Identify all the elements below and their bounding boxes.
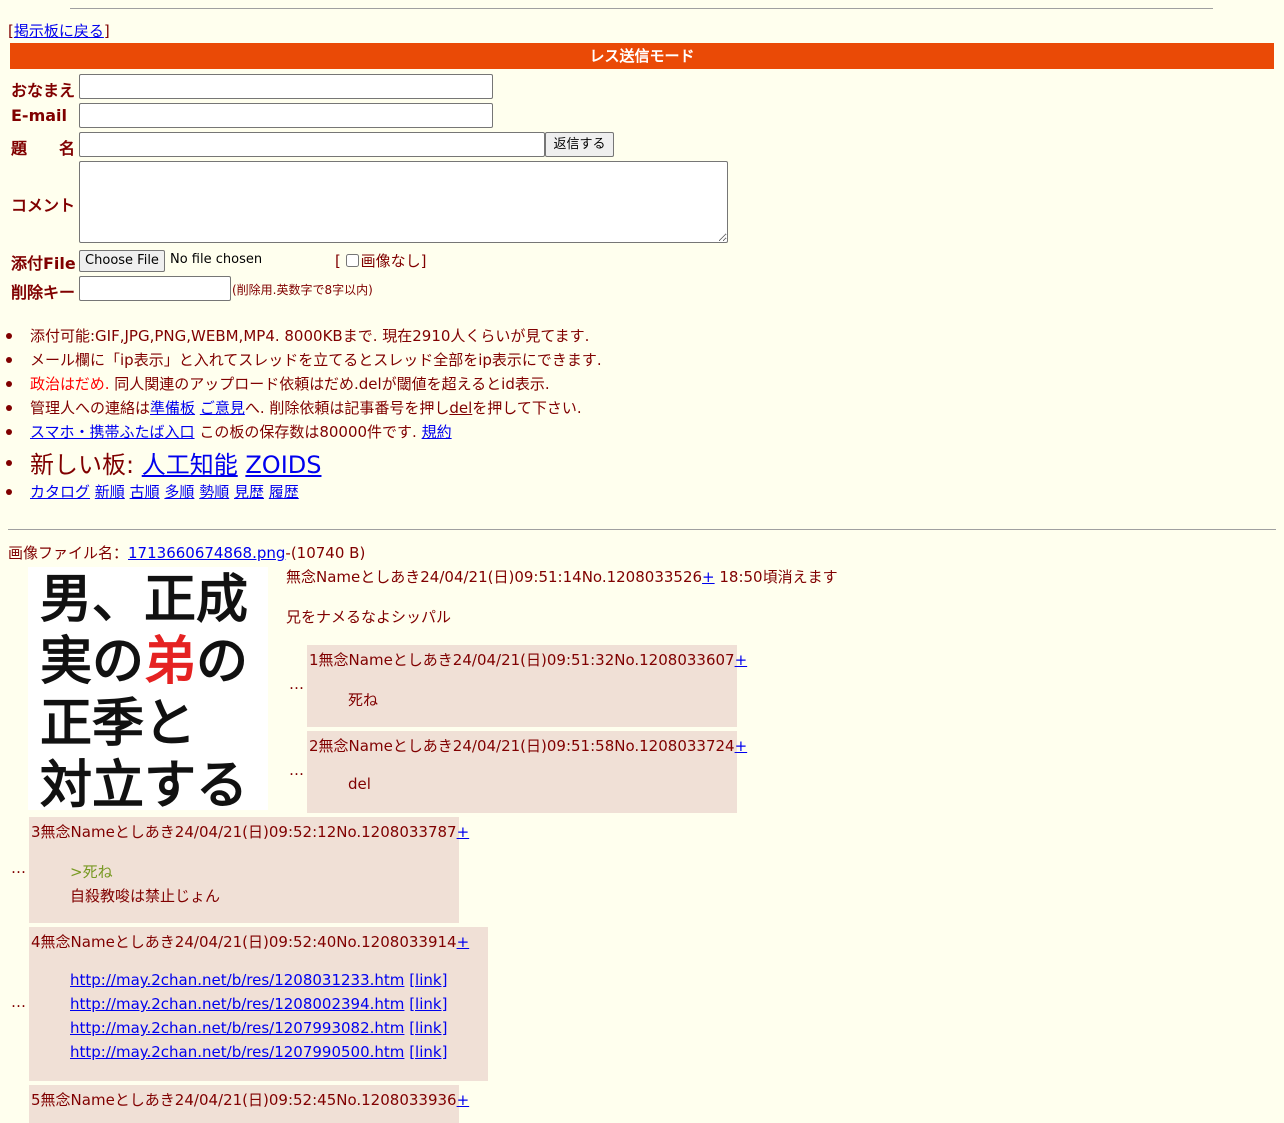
thumb-line-1: 男、正成 (40, 570, 248, 630)
comment-label: コメント (11, 196, 76, 215)
reply-body: 自殺教唆は禁止じょん (70, 887, 221, 905)
thumbnail-image: 男、正成 実の弟の 正季と 対立する (28, 567, 268, 810)
reply-header: 1無念Nameとしあき24/04/21(日)09:51:32No.1208033… (309, 651, 748, 669)
name-input[interactable] (79, 74, 493, 99)
sort-momentum-link[interactable]: 勢順 (199, 483, 229, 501)
link-tag[interactable]: [link] (409, 1043, 447, 1061)
catalog-link[interactable]: カタログ (30, 483, 90, 501)
new-board-zoids-link[interactable]: ZOIDS (245, 451, 321, 479)
thread-url-link[interactable]: http://may.2chan.net/b/res/1207993082.ht… (70, 1019, 404, 1037)
prep-board-link[interactable]: 準備板 (150, 399, 195, 417)
reply-dots: … (11, 993, 26, 1011)
reply-3: 3無念Nameとしあき24/04/21(日)09:52:12No.1208033… (29, 817, 469, 923)
list-item: メール欄に「ip表示」と入れてスレッドを立てるとスレッド全部をip表示にできます… (6, 349, 602, 370)
delete-key-hint: (削除用.英数字で8字以内) (232, 283, 373, 297)
subject-label: 題 名 (11, 139, 76, 158)
no-image-label: 画像なし (360, 252, 421, 270)
op-plus-link[interactable]: + (702, 568, 715, 586)
reply-dots: … (289, 761, 304, 779)
delete-key-input[interactable] (79, 276, 231, 301)
list-item: スマホ・携帯ふたば入口 この板の保存数は80000件です. 規約 (6, 421, 452, 442)
svg-text:実の弟の: 実の弟の (40, 632, 248, 692)
list-item: 添付可能:GIF,JPG,PNG,WEBM,MP4. 8000KBまで. 現在2… (6, 325, 589, 346)
sort-many-link[interactable]: 多順 (164, 483, 194, 501)
file-status-text: No file chosen (170, 252, 263, 267)
reply-submit-button[interactable]: 返信する (545, 132, 614, 157)
thumb-line-3: 正季と (40, 694, 196, 754)
reply-2: 2無念Nameとしあき24/04/21(日)09:51:58No.1208033… (307, 731, 747, 813)
back-to-board-link[interactable]: 掲示板に戻る (14, 22, 104, 40)
reply-4: 4無念Nameとしあき24/04/21(日)09:52:40No.1208033… (29, 927, 488, 1081)
reply-body: del (348, 775, 371, 793)
sort-new-link[interactable]: 新順 (95, 483, 125, 501)
thread-file-link[interactable]: 1713660674868.png (128, 544, 285, 562)
reply-plus-link[interactable]: + (735, 737, 748, 755)
thread-url-link[interactable]: http://may.2chan.net/b/res/1207990500.ht… (70, 1043, 404, 1061)
reply-link-line: http://may.2chan.net/b/res/1208031233.ht… (70, 971, 447, 989)
sort-old-link[interactable]: 古順 (130, 483, 160, 501)
reply-header: 3無念Nameとしあき24/04/21(日)09:52:12No.1208033… (31, 823, 470, 841)
politics-warning: 政治はだめ. (30, 375, 110, 393)
mobile-entrance-link[interactable]: スマホ・携帯ふたば入口 (30, 423, 195, 441)
reply-quote: >死ね (70, 863, 113, 881)
top-divider (70, 8, 1213, 9)
reply-body: 死ね (348, 691, 379, 709)
thumb-line-4: 対立する (40, 756, 248, 810)
reply-plus-link[interactable]: + (457, 1091, 470, 1109)
file-label: 添付File (11, 254, 76, 273)
choose-file-button[interactable]: Choose File (79, 250, 165, 272)
viewed-history-link[interactable]: 見歴 (234, 483, 264, 501)
thread-divider (8, 529, 1276, 530)
sort-links: カタログ 新順 古順 多順 勢順 見歴 履歴 (6, 481, 299, 502)
email-input[interactable] (79, 103, 493, 128)
thumb-line-2: 実の弟の (40, 632, 248, 692)
op-header: 無念Nameとしあき24/04/21(日)09:51:14No.12080335… (286, 568, 838, 586)
new-board-ai-link[interactable]: 人工知能 (142, 451, 238, 479)
email-label: E-mail (11, 106, 68, 125)
name-label: おなまえ (11, 81, 76, 100)
thread-file-info: 画像ファイル名：1713660674868.png-(10740 B) (8, 544, 366, 562)
reply-link-line: http://may.2chan.net/b/res/1208002394.ht… (70, 995, 447, 1013)
reply-dots: … (11, 859, 26, 877)
list-item: 管理人への連絡は準備板 ご意見へ. 削除依頼は記事番号を押しdelを押して下さい… (6, 397, 582, 418)
link-tag[interactable]: [link] (409, 995, 447, 1013)
link-tag[interactable]: [link] (409, 1019, 447, 1037)
reply-header: 2無念Nameとしあき24/04/21(日)09:51:58No.1208033… (309, 737, 748, 755)
list-item: 政治はだめ. 同人関連のアップロード依頼はだめ.delが閾値を超えるとid表示. (6, 373, 550, 394)
post-history-link[interactable]: 履歴 (269, 483, 299, 501)
reply-dots: … (289, 675, 304, 693)
thread-url-link[interactable]: http://may.2chan.net/b/res/1208031233.ht… (70, 971, 404, 989)
reply-header: 4無念Nameとしあき24/04/21(日)09:52:40No.1208033… (31, 933, 470, 951)
delete-key-label: 削除キー (11, 283, 76, 302)
list-item: 新しい板: 人工知能 ZOIDS (6, 445, 321, 480)
reply-link-line: http://may.2chan.net/b/res/1207990500.ht… (70, 1043, 447, 1061)
feedback-link[interactable]: ご意見 (200, 399, 245, 417)
rules-link[interactable]: 規約 (422, 423, 452, 441)
no-image-option: [ 画像なし] (335, 252, 427, 270)
del-word: del (449, 399, 473, 417)
reply-header: 5無念Nameとしあき24/04/21(日)09:52:45No.1208033… (31, 1091, 470, 1109)
no-image-checkbox[interactable] (345, 254, 359, 267)
reply-5: 5無念Nameとしあき24/04/21(日)09:52:45No.1208033… (29, 1085, 469, 1123)
thread-url-link[interactable]: http://may.2chan.net/b/res/1208002394.ht… (70, 995, 404, 1013)
thread-thumbnail[interactable]: 男、正成 実の弟の 正季と 対立する (28, 567, 268, 810)
reply-mode-header: レス送信モード (10, 43, 1274, 69)
op-body: 兄をナメるなよシッパル (286, 608, 452, 626)
reply-1: 1無念Nameとしあき24/04/21(日)09:51:32No.1208033… (307, 645, 747, 727)
reply-plus-link[interactable]: + (457, 933, 470, 951)
reply-link-line: http://may.2chan.net/b/res/1207993082.ht… (70, 1019, 447, 1037)
back-nav: [掲示板に戻る] (8, 22, 110, 40)
comment-textarea[interactable] (79, 161, 728, 243)
reply-plus-link[interactable]: + (457, 823, 470, 841)
link-tag[interactable]: [link] (409, 971, 447, 989)
subject-input[interactable] (79, 132, 545, 157)
reply-plus-link[interactable]: + (735, 651, 748, 669)
